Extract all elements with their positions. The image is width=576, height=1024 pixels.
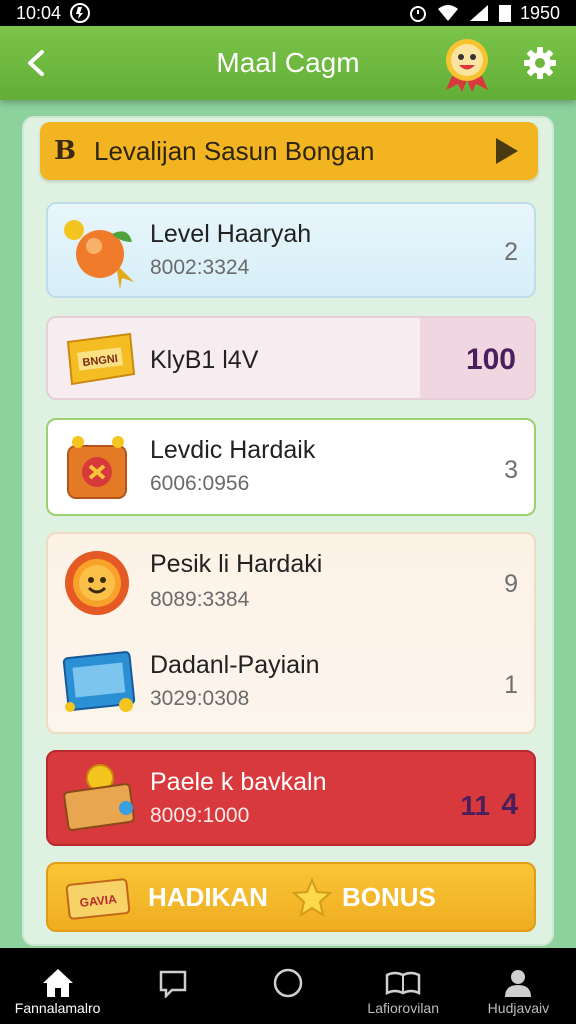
row-value: 1 <box>504 671 518 699</box>
row-value: 9 <box>504 570 518 598</box>
coin-ticket-icon <box>63 764 135 831</box>
chat-icon <box>159 970 187 998</box>
bingo-ticket-icon: BNGNI <box>66 332 136 386</box>
notification-icon <box>69 2 91 24</box>
signal-icon <box>468 3 490 23</box>
mascot-badge-icon[interactable] <box>440 36 494 92</box>
battery-text: 1950 <box>519 2 560 23</box>
row-subtitle: 8089:3384 <box>150 588 250 611</box>
status-time: 10:04 <box>16 2 62 23</box>
row-subtitle: 8009:1000 <box>150 804 250 827</box>
row-value: 3 <box>504 456 518 484</box>
bonus-right-label: BONUS <box>342 882 436 912</box>
tab-label: Hudjavaiv <box>487 1000 550 1016</box>
content-area: B Levalijan Sasun Bongan Level Haaryah 8… <box>0 100 576 948</box>
sun-face-icon <box>65 551 129 615</box>
chevron-left-icon <box>28 50 44 76</box>
tab-chat[interactable] <box>115 948 230 1024</box>
gear-icon <box>524 47 556 79</box>
banner-title: Levalijan Sasun Bongan <box>93 135 375 166</box>
blue-ticket-icon <box>62 651 136 712</box>
row-subtitle: 6006:0956 <box>150 472 250 495</box>
tab-library[interactable]: Lafiorovilan <box>346 948 461 1024</box>
row-value: 2 <box>504 238 518 266</box>
row-title: KlyB1 l4V <box>150 346 259 374</box>
bottom-nav: Fannalamalro Lafiorovilan Hudjavaiv <box>0 948 576 1024</box>
row-value-secondary: 4 <box>501 788 518 821</box>
row-title: Level Haaryah <box>150 220 312 248</box>
fruit-ribbon-icon <box>64 220 134 290</box>
status-bar: 10:04 1950 <box>0 0 576 26</box>
home-icon <box>42 969 73 997</box>
bonus-left-label: HADIKAN <box>148 882 268 912</box>
list-item[interactable]: Dadanl-Payiain 3029:0308 1 <box>48 635 534 732</box>
app-bar: Maal Cagm <box>0 26 576 100</box>
list-item[interactable]: Levdic Hardaik 6006:0956 3 <box>46 418 536 516</box>
list-item[interactable]: Paele k bavkaln 8009:1000 11 4 <box>46 750 536 846</box>
battery-icon <box>498 3 512 23</box>
alarm-icon <box>408 3 428 23</box>
list-item[interactable]: Level Haaryah 8002:3324 2 <box>46 202 536 298</box>
tab-circle[interactable] <box>230 948 345 1024</box>
tab-home[interactable]: Fannalamalro <box>0 948 115 1024</box>
row-subtitle: 8002:3324 <box>150 256 250 279</box>
page-title: Maal Cagm <box>216 47 360 78</box>
back-button[interactable] <box>18 44 56 82</box>
tab-label: Lafiorovilan <box>367 1000 440 1016</box>
row-title: Pesik li Hardaki <box>150 550 323 578</box>
row-title: Levdic Hardaik <box>150 436 316 464</box>
wifi-icon <box>436 3 460 23</box>
row-title: Dadanl-Payiain <box>150 651 320 679</box>
list-item[interactable]: BNGNI KlyB1 l4V 100 <box>46 316 536 400</box>
banner-letter-icon: B <box>54 136 76 166</box>
bonus-button[interactable]: GAVIA HADIKAN BONUS <box>46 862 536 932</box>
play-icon <box>496 138 518 164</box>
tab-profile[interactable]: Hudjavaiv <box>461 948 576 1024</box>
settings-button[interactable] <box>522 45 558 81</box>
circle-icon <box>273 968 303 998</box>
row-value: 11 <box>460 790 490 821</box>
level-panel: B Levalijan Sasun Bongan Level Haaryah 8… <box>22 116 554 946</box>
list-group: Pesik li Hardaki 8089:3384 9 Dadanl-Payi… <box>46 532 536 734</box>
book-icon <box>385 971 421 996</box>
tab-label: Fannalamalro <box>14 1000 101 1016</box>
row-subtitle: 3029:0308 <box>150 687 250 710</box>
treasure-box-icon <box>67 436 127 499</box>
profile-icon <box>505 970 532 997</box>
gavia-badge-icon: GAVIA <box>65 878 131 920</box>
row-title: Paele k bavkaln <box>150 768 327 796</box>
list-item[interactable]: Pesik li Hardaki 8089:3384 9 <box>48 534 534 635</box>
star-icon <box>292 878 332 918</box>
row-value: 100 <box>465 343 516 376</box>
level-banner[interactable]: B Levalijan Sasun Bongan <box>40 122 538 180</box>
